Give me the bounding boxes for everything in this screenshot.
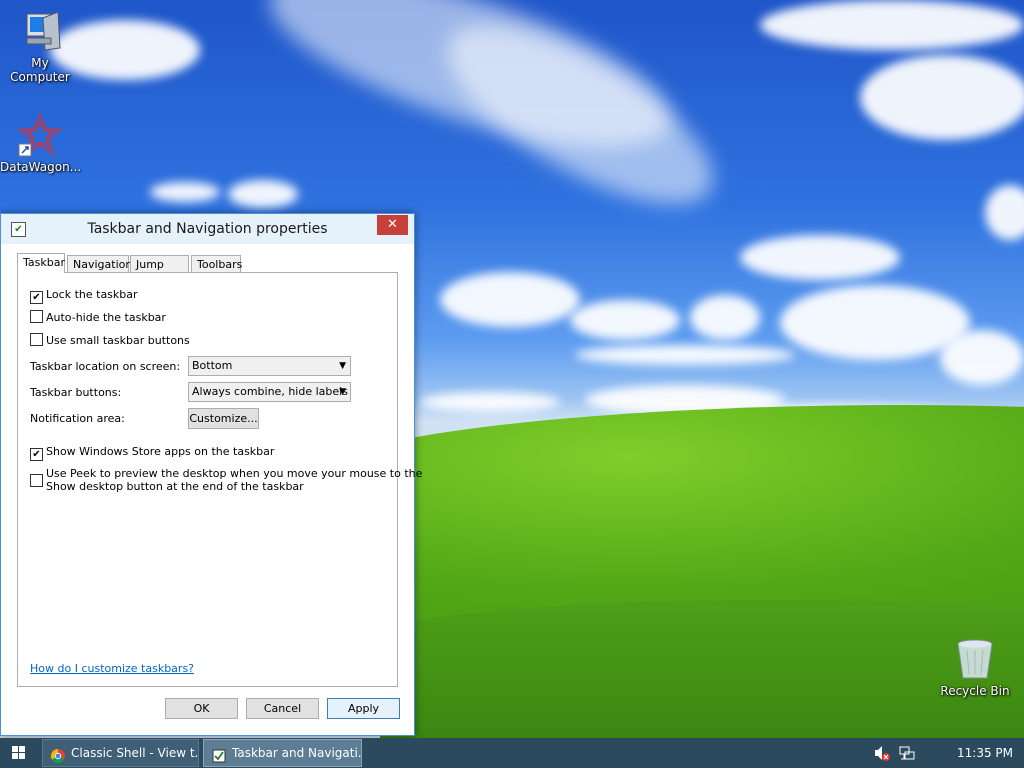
desktop-icon-my-computer[interactable]: My Computer bbox=[0, 8, 80, 84]
select-value: Bottom bbox=[192, 359, 233, 372]
checkbox-label: Auto-hide the taskbar bbox=[46, 311, 166, 324]
notification-area-label: Notification area: bbox=[30, 412, 125, 425]
computer-icon bbox=[17, 8, 63, 54]
cloud bbox=[570, 300, 680, 340]
taskbar-location-select[interactable]: Bottom ▼ bbox=[188, 356, 351, 376]
cloud bbox=[690, 295, 760, 340]
small-buttons-checkbox[interactable] bbox=[30, 333, 43, 346]
taskbar-buttons-select[interactable]: Always combine, hide labels ▼ bbox=[188, 382, 351, 402]
taskbar-item-chrome[interactable]: Classic Shell - View t... bbox=[42, 739, 199, 767]
taskbar-tab-panel: ✔ Lock the taskbar Auto-hide the taskbar … bbox=[17, 272, 422, 687]
taskbar-item-label: Taskbar and Navigati... bbox=[232, 746, 362, 760]
tab-taskbar[interactable]: Taskbar bbox=[17, 253, 65, 273]
customize-button[interactable]: Customize... bbox=[188, 408, 259, 429]
chevron-down-icon: ▼ bbox=[339, 361, 346, 371]
peek-checkbox[interactable] bbox=[30, 474, 43, 487]
peek-option[interactable]: Use Peek to preview the desktop when you… bbox=[30, 467, 422, 497]
checkbox-label: Use small taskbar buttons bbox=[46, 334, 190, 347]
tab-navigation[interactable]: Navigation bbox=[67, 255, 132, 272]
tab-jump-lists[interactable]: Jump Lists bbox=[130, 255, 189, 288]
ok-button[interactable]: OK bbox=[165, 698, 238, 719]
auto-hide-checkbox[interactable] bbox=[30, 310, 43, 323]
cloud bbox=[860, 55, 1024, 140]
cloud bbox=[760, 0, 1024, 50]
checkbox-label: Show desktop button at the end of the ta… bbox=[46, 480, 304, 493]
lock-taskbar-checkbox[interactable]: ✔ bbox=[30, 291, 43, 304]
chevron-down-icon: ▼ bbox=[339, 387, 346, 397]
taskbar-properties-dialog: ✔ Taskbar and Navigation properties ✕ Ta… bbox=[0, 213, 422, 736]
store-apps-option[interactable]: ✔ Show Windows Store apps on the taskbar bbox=[30, 444, 275, 461]
location-label: Taskbar location on screen: bbox=[30, 360, 181, 373]
recycle-bin-icon bbox=[952, 636, 998, 682]
green-hill-foreground bbox=[380, 600, 1024, 738]
volume-muted-icon[interactable] bbox=[873, 738, 891, 768]
cloud bbox=[440, 272, 580, 327]
apply-button[interactable]: Apply bbox=[327, 698, 400, 719]
datawagon-icon bbox=[17, 112, 63, 158]
taskbar-item-label: Classic Shell - View t... bbox=[71, 746, 199, 760]
clock[interactable]: 11:35 PM bbox=[957, 738, 1017, 768]
auto-hide-option[interactable]: Auto-hide the taskbar bbox=[30, 310, 166, 326]
lock-taskbar-option[interactable]: ✔ Lock the taskbar bbox=[30, 287, 138, 304]
desktop-icon-datawagon[interactable]: DataWagon... bbox=[0, 112, 82, 174]
checkbox-label: Lock the taskbar bbox=[46, 288, 138, 301]
store-apps-checkbox[interactable]: ✔ bbox=[30, 448, 43, 461]
small-buttons-option[interactable]: Use small taskbar buttons bbox=[30, 333, 190, 349]
desktop-icon-label: My Computer bbox=[10, 56, 70, 84]
cloud bbox=[985, 185, 1024, 240]
dialog-titlebar[interactable]: ✔ Taskbar and Navigation properties ✕ bbox=[1, 214, 414, 244]
taskbar: Classic Shell - View t... Taskbar and Na… bbox=[0, 738, 1024, 768]
close-icon: ✕ bbox=[387, 217, 398, 232]
checkbox-label: Use Peek to preview the desktop when you… bbox=[46, 467, 423, 480]
windows-logo-icon bbox=[12, 746, 26, 760]
tab-toolbars[interactable]: Toolbars bbox=[191, 255, 242, 272]
help-link[interactable]: How do I customize taskbars? bbox=[30, 662, 194, 675]
select-value: Always combine, hide labels bbox=[192, 385, 348, 398]
checkbox-label: Show Windows Store apps on the taskbar bbox=[46, 445, 275, 458]
taskbar-item-properties[interactable]: Taskbar and Navigati... bbox=[203, 739, 362, 767]
start-button[interactable] bbox=[0, 738, 38, 768]
chrome-icon bbox=[50, 746, 65, 764]
desktop-icon-label: DataWagon... bbox=[0, 160, 82, 174]
cloud bbox=[575, 345, 795, 365]
cancel-button[interactable]: Cancel bbox=[246, 698, 319, 719]
cloud bbox=[740, 235, 900, 280]
taskbar-properties-icon bbox=[212, 746, 226, 763]
desktop-icon-label: Recycle Bin bbox=[940, 684, 1010, 698]
network-icon[interactable] bbox=[898, 738, 916, 768]
close-button[interactable]: ✕ bbox=[377, 215, 408, 235]
cloud bbox=[420, 392, 560, 412]
taskbar-buttons-label: Taskbar buttons: bbox=[30, 386, 122, 399]
dialog-title: Taskbar and Navigation properties bbox=[87, 221, 328, 237]
cloud bbox=[940, 330, 1024, 385]
desktop-icon-recycle-bin[interactable]: Recycle Bin bbox=[935, 636, 1015, 698]
cloud bbox=[228, 180, 298, 208]
cloud bbox=[150, 182, 220, 202]
